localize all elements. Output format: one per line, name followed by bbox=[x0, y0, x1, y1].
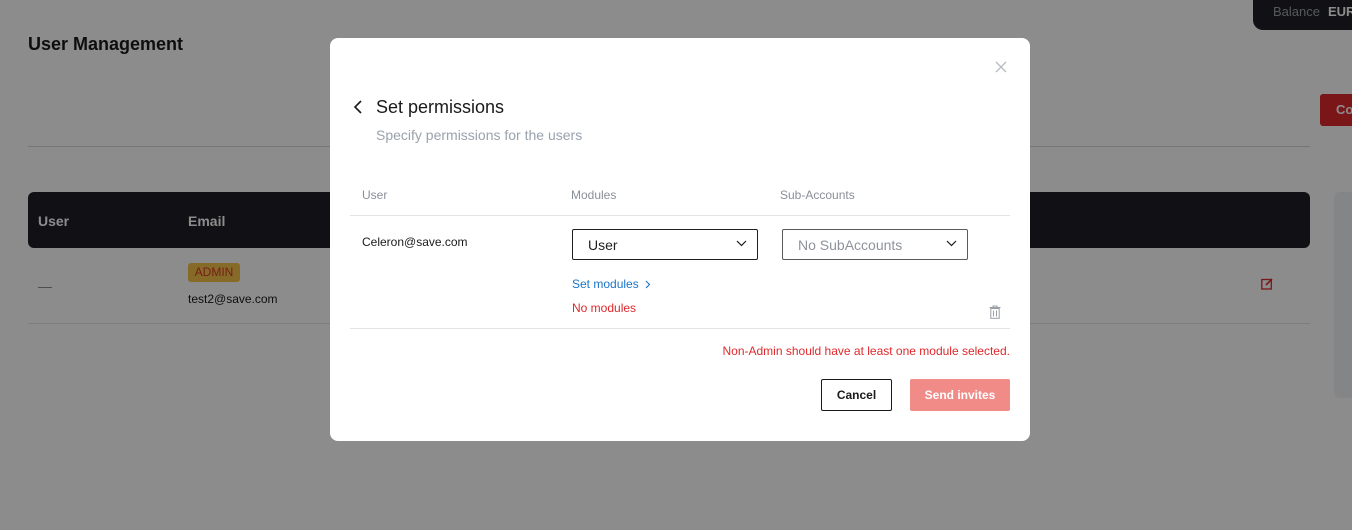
user-email: Celeron@save.com bbox=[362, 235, 468, 249]
chevron-down-icon bbox=[736, 240, 747, 247]
close-icon[interactable] bbox=[994, 60, 1008, 74]
set-modules-link[interactable]: Set modules bbox=[572, 277, 651, 291]
column-header-user: User bbox=[362, 188, 388, 202]
header-divider bbox=[350, 215, 1010, 216]
role-select[interactable]: User bbox=[572, 229, 758, 260]
set-modules-label: Set modules bbox=[572, 277, 639, 291]
modules-status: No modules bbox=[572, 301, 637, 315]
row-divider bbox=[350, 328, 1010, 329]
validation-error: Non-Admin should have at least one modul… bbox=[722, 344, 1010, 358]
subaccounts-select-value: No SubAccounts bbox=[798, 237, 903, 253]
role-select-value: User bbox=[588, 237, 618, 253]
column-header-modules: Modules bbox=[571, 188, 617, 202]
cancel-button[interactable]: Cancel bbox=[821, 379, 892, 411]
column-header-subaccounts: Sub-Accounts bbox=[780, 188, 855, 202]
modal-title: Set permissions bbox=[376, 97, 505, 117]
chevron-right-icon bbox=[645, 280, 650, 289]
send-invites-button[interactable]: Send invites bbox=[910, 379, 1010, 411]
trash-icon[interactable] bbox=[989, 305, 1001, 319]
set-permissions-modal: Set permissions Specify permissions for … bbox=[330, 38, 1030, 441]
chevron-down-icon bbox=[946, 240, 957, 247]
modal-subtitle: Specify permissions for the users bbox=[376, 127, 583, 143]
subaccounts-select[interactable]: No SubAccounts bbox=[782, 229, 968, 260]
back-arrow-icon[interactable] bbox=[352, 99, 364, 115]
